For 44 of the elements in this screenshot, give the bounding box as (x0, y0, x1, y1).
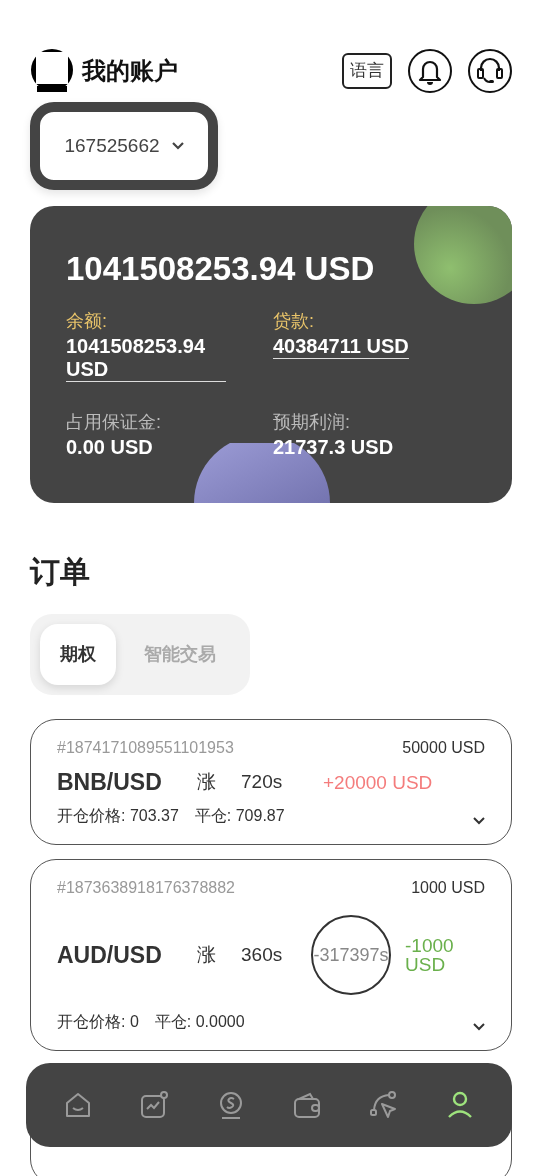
section-title: 订单 (30, 554, 91, 590)
trading-pair: BNB/USD (57, 767, 163, 797)
order-id: #1874171089551101953 (57, 738, 234, 758)
wallet-icon (292, 1090, 323, 1120)
nav-button[interactable] (292, 1090, 323, 1120)
field-value: 40384711 USD (273, 334, 409, 359)
field-label: 贷款: (273, 309, 315, 333)
page-title: 我的账户 (82, 56, 178, 86)
order-id: #1873638918176378882 (57, 878, 235, 898)
field-label: 占用保证金: (66, 410, 162, 434)
tab[interactable]: 期权 (40, 624, 116, 685)
language-button[interactable]: 语言 (342, 52, 392, 90)
close-price: 平仓: 0.0000 (154, 1012, 245, 1032)
nav-button[interactable] (139, 1090, 170, 1120)
avatar-icon[interactable] (30, 48, 74, 94)
trading-pair: AUD/USD (57, 940, 163, 970)
open-price: 开仓价格: 703.37 (57, 806, 179, 826)
field-label: 余额: (66, 309, 108, 333)
cursor-path-icon (368, 1090, 399, 1120)
field-value: 0.00 USD (66, 435, 153, 459)
duration: 360s (241, 942, 284, 967)
duration: 720s (241, 769, 284, 794)
account-number: 167525662 (64, 133, 160, 158)
close-price: 平仓: 709.87 (194, 806, 285, 826)
profit-amount: +20000 USD (323, 772, 433, 792)
field-value: 1041508253.94 USD (66, 334, 226, 382)
total-balance: 1041508253.94 USD (66, 249, 376, 289)
chevron-down-icon[interactable] (473, 1023, 485, 1031)
direction: 涨 (197, 942, 217, 967)
field-label: 预期利润: (273, 410, 351, 434)
support-button[interactable] (468, 49, 512, 93)
account-selector[interactable]: 167525662 (30, 102, 218, 190)
profit-amount: -1000 USD (405, 936, 455, 974)
countdown-timer: -317397s (311, 915, 391, 995)
direction: 涨 (197, 769, 217, 794)
chart-icon (139, 1090, 170, 1120)
headset-icon (475, 56, 505, 86)
order-amount: 1000 USD (411, 878, 485, 898)
nav-button[interactable] (368, 1090, 399, 1120)
open-price: 开仓价格: 0 (57, 1012, 139, 1032)
chevron-down-icon (171, 142, 184, 150)
chevron-down-icon[interactable] (473, 817, 485, 825)
order-amount: 50000 USD (402, 738, 485, 758)
notification-button[interactable] (408, 49, 452, 93)
